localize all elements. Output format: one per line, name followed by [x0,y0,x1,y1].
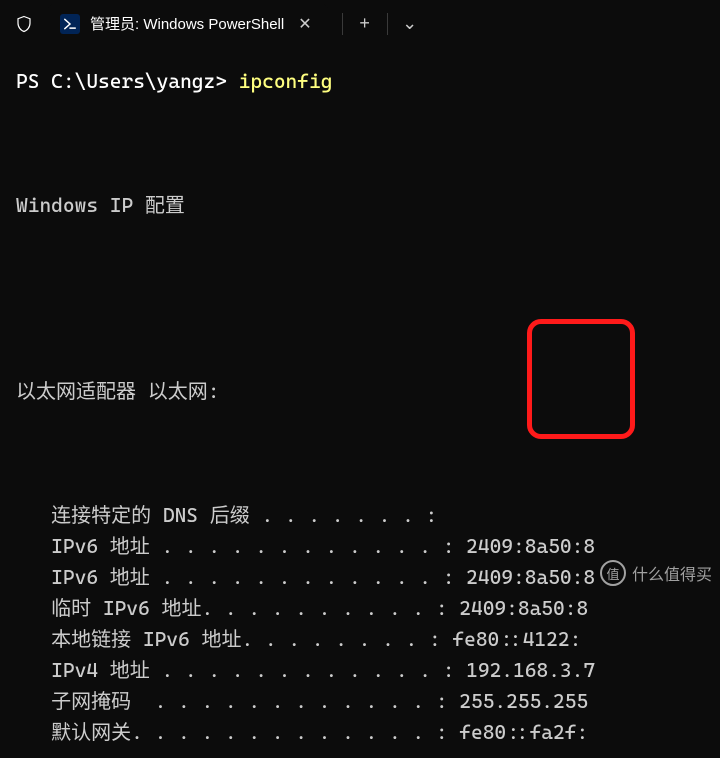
powershell-icon [60,14,80,34]
tab-dropdown-button[interactable]: ⌄ [388,4,432,44]
new-tab-button[interactable]: + [343,4,387,44]
titlebar: 管理员: Windows PowerShell ✕ + ⌄ [0,0,720,48]
blank-line [16,128,714,159]
blank-line [16,314,714,345]
terminal-output[interactable]: PS C:\Users\yangz> ipconfig Windows IP 配… [0,48,720,758]
prompt-line: PS C:\Users\yangz> ipconfig [16,66,714,97]
titlebar-left: 管理员: Windows PowerShell ✕ + ⌄ [0,4,432,44]
watermark-text: 什么值得买 [632,561,712,585]
output-row: 临时 IPv6 地址. . . . . . . . . . : 2409:8a5… [16,593,714,624]
blank-line [16,252,714,283]
tab-title: 管理员: Windows PowerShell [90,13,284,34]
tab-powershell[interactable]: 管理员: Windows PowerShell ✕ [48,4,328,44]
output-row: 本地链接 IPv6 地址. . . . . . . . : fe80::4122… [16,624,714,655]
command-text: ipconfig [239,69,333,93]
output-row: IPv6 地址 . . . . . . . . . . . . : 2409:8… [16,531,714,562]
adapter-heading: 以太网适配器 以太网: [16,376,714,407]
tab-actions: + ⌄ [342,4,432,44]
shield-icon [14,14,34,34]
output-row: IPv4 地址 . . . . . . . . . . . . : 192.16… [16,655,714,686]
ip-heading: Windows IP 配置 [16,190,714,221]
watermark: 值 什么值得买 [600,560,712,586]
blank-line [16,438,714,469]
prompt-path: PS C:\Users\yangz> [16,69,239,93]
output-row: 连接特定的 DNS 后缀 . . . . . . . : [16,500,714,531]
output-row: 子网掩码 . . . . . . . . . . . . : 255.255.2… [16,686,714,717]
output-row: 默认网关. . . . . . . . . . . . . : fe80::fa… [16,717,714,748]
watermark-badge: 值 [600,560,626,586]
close-tab-icon[interactable]: ✕ [294,12,315,36]
